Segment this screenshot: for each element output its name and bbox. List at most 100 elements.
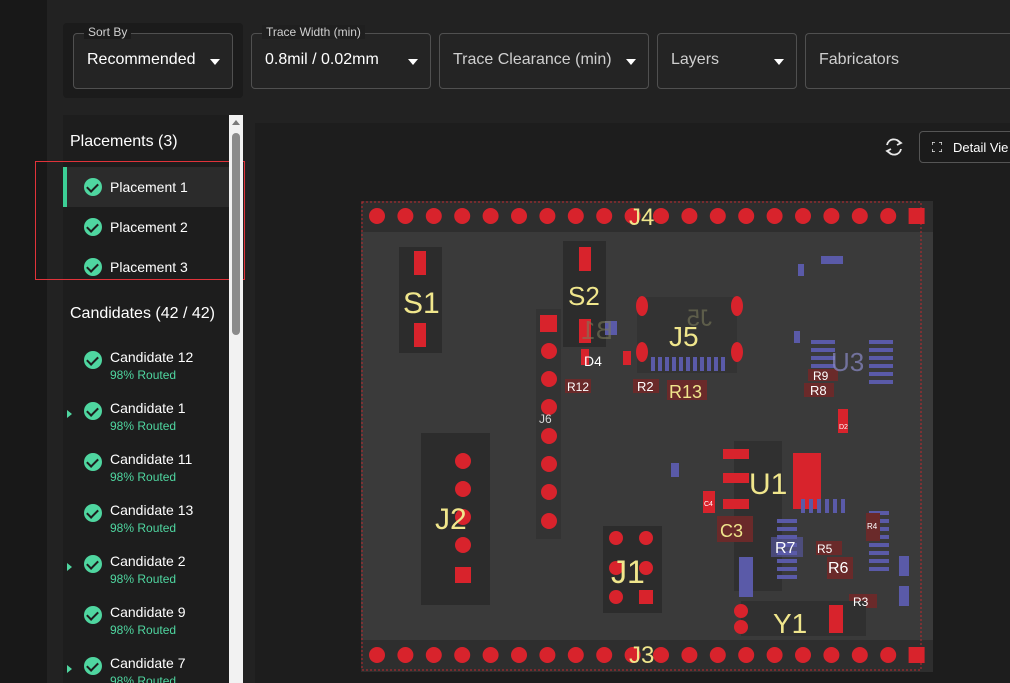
list-scrollbar[interactable] xyxy=(229,115,243,683)
trace-width-label: Trace Width (min) xyxy=(262,25,365,39)
candidate-item[interactable]: Candidate 1 98% Routed xyxy=(63,394,229,445)
layers-placeholder: Layers xyxy=(671,51,720,68)
j3-pad xyxy=(908,647,925,663)
svg-text:B1: B1 xyxy=(581,315,613,345)
candidate-status: 98% Routed xyxy=(110,521,177,535)
expand-icon xyxy=(932,142,942,152)
j4-pad xyxy=(880,208,897,224)
label-r9: R9 xyxy=(813,369,829,383)
j4-pad xyxy=(369,208,385,224)
candidate-status: 98% Routed xyxy=(110,470,177,484)
j4-pad xyxy=(851,208,868,224)
label-j2: J2 xyxy=(435,503,467,536)
label-r5: R5 xyxy=(817,542,833,556)
label-r6: R6 xyxy=(828,560,849,577)
j4-pad xyxy=(795,208,811,224)
j3-pad xyxy=(795,647,811,663)
j4-pad xyxy=(766,208,783,224)
candidate-item[interactable]: Candidate 11 98% Routed xyxy=(63,445,229,496)
pcb-board[interactable]: B1 J5 J4 J3 S1 S2 J5 J2 J1 U1 Y1 J6 D4 R… xyxy=(361,201,933,672)
detail-view-label: Detail Vie xyxy=(953,140,1009,155)
label-r7: R7 xyxy=(775,540,796,557)
sort-by-value: Recommended xyxy=(87,51,196,68)
check-circle-icon xyxy=(84,351,102,369)
label-r2: R2 xyxy=(637,379,654,394)
detail-view-button[interactable]: Detail Vie xyxy=(919,131,1010,163)
trace-clearance-select[interactable]: Trace Clearance (min) xyxy=(439,33,649,89)
check-circle-icon xyxy=(84,504,102,522)
candidate-status: 98% Routed xyxy=(110,368,177,382)
j3-pad xyxy=(766,647,783,663)
trace-clearance-placeholder: Trace Clearance (min) xyxy=(453,51,612,68)
scrollbar-thumb[interactable] xyxy=(232,133,240,335)
j4-pad xyxy=(738,208,755,224)
label-s2: S2 xyxy=(568,281,600,311)
check-circle-icon xyxy=(84,606,102,624)
j4-pad xyxy=(482,208,499,224)
chevron-down-icon xyxy=(210,59,220,65)
j3-pad xyxy=(823,647,840,663)
placements-heading: Placements (3) xyxy=(70,133,178,150)
expand-arrow-icon[interactable] xyxy=(67,410,72,418)
j3-pad xyxy=(454,647,471,663)
candidate-item[interactable]: Candidate 13 98% Routed xyxy=(63,496,229,547)
candidate-label: Candidate 13 xyxy=(110,502,194,518)
expand-arrow-icon[interactable] xyxy=(67,563,72,571)
j3-pad xyxy=(851,647,868,663)
candidate-item[interactable]: Candidate 2 98% Routed xyxy=(63,547,229,598)
j3-pad xyxy=(567,647,584,663)
label-y1: Y1 xyxy=(773,608,807,639)
rotate-view-icon[interactable] xyxy=(883,136,905,158)
j3-pad xyxy=(397,647,414,663)
candidate-label: Candidate 11 xyxy=(110,451,193,467)
j3-pad xyxy=(709,647,726,663)
scroll-up-arrow-icon[interactable] xyxy=(232,120,240,125)
sort-by-label: Sort By xyxy=(84,25,132,39)
check-circle-icon xyxy=(84,402,102,420)
j3-pad xyxy=(653,647,669,663)
j4-pad xyxy=(908,208,925,224)
j4-pad xyxy=(681,208,698,224)
j3-pad xyxy=(738,647,755,663)
layers-select[interactable]: Layers xyxy=(657,33,797,89)
label-r13: R13 xyxy=(669,382,702,402)
label-r12: R12 xyxy=(567,380,589,394)
j4-pad xyxy=(511,208,527,224)
label-d2: D2 xyxy=(839,424,848,431)
candidate-status: 98% Routed xyxy=(110,419,177,433)
label-j6: J6 xyxy=(539,412,552,426)
label-c3: C3 xyxy=(720,521,743,541)
chevron-down-icon xyxy=(626,59,636,65)
candidate-status: 98% Routed xyxy=(110,674,177,683)
fabricators-select[interactable]: Fabricators xyxy=(805,33,1010,89)
fabricators-placeholder: Fabricators xyxy=(819,51,900,68)
j4-pad xyxy=(823,208,840,224)
trace-width-value: 0.8mil / 0.02mm xyxy=(265,51,379,68)
j3-pad xyxy=(425,647,442,663)
placements-selection-outline xyxy=(35,161,245,280)
j4-pad xyxy=(596,208,613,224)
j4-pad xyxy=(539,208,556,224)
label-r4: R4 xyxy=(867,522,878,531)
j4-pad xyxy=(653,208,669,224)
candidate-item[interactable]: Candidate 7 98% Routed xyxy=(63,649,229,683)
j3-pad xyxy=(681,647,698,663)
label-c4: C4 xyxy=(704,501,713,508)
candidate-item[interactable]: Candidate 9 98% Routed xyxy=(63,598,229,649)
check-circle-icon xyxy=(84,453,102,471)
j3-pad xyxy=(596,647,613,663)
candidate-label: Candidate 12 xyxy=(110,349,194,365)
candidate-label: Candidate 9 xyxy=(110,604,186,620)
chevron-down-icon xyxy=(774,59,784,65)
expand-arrow-icon[interactable] xyxy=(67,665,72,673)
j4-pad xyxy=(709,208,726,224)
j4-pad xyxy=(454,208,471,224)
label-r3: R3 xyxy=(853,595,869,609)
trace-width-select[interactable]: Trace Width (min) 0.8mil / 0.02mm xyxy=(251,25,431,89)
label-j4: J4 xyxy=(629,204,654,231)
candidate-item[interactable]: Candidate 12 98% Routed xyxy=(63,343,229,394)
check-circle-icon xyxy=(84,657,102,675)
candidate-status: 98% Routed xyxy=(110,623,177,637)
j3-pad xyxy=(482,647,499,663)
sort-by-select[interactable]: Sort By Recommended xyxy=(73,25,233,89)
